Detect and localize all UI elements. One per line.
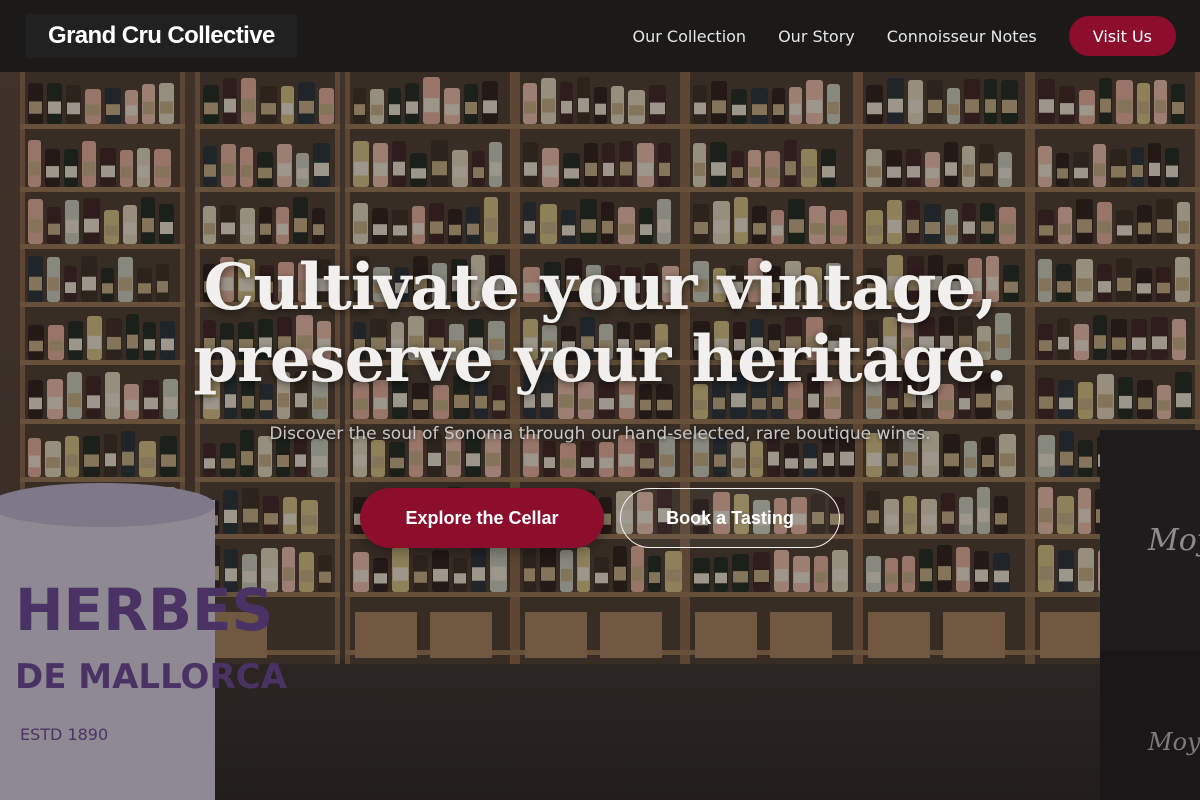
site-header: Grand Cru Collective Our Collection Our … — [0, 0, 1200, 72]
book-tasting-button[interactable]: Book a Tasting — [620, 488, 840, 548]
hero-actions: Explore the Cellar Book a Tasting — [0, 488, 1200, 548]
hero-subtitle: Discover the soul of Sonoma through our … — [269, 424, 931, 444]
hero-title-line-2: preserve your heritage. — [193, 322, 1007, 397]
nav-link-our-collection[interactable]: Our Collection — [633, 27, 747, 46]
hero-title: Cultivate your vintage, preserve your he… — [0, 252, 1200, 396]
hero-title-line-1: Cultivate your vintage, — [203, 250, 997, 325]
main-nav: Our Collection Our Story Connoisseur Not… — [633, 16, 1176, 56]
brand-logo[interactable]: Grand Cru Collective — [26, 14, 297, 58]
nav-link-our-story[interactable]: Our Story — [778, 27, 855, 46]
explore-cellar-button[interactable]: Explore the Cellar — [360, 488, 604, 548]
visit-us-button[interactable]: Visit Us — [1068, 16, 1176, 56]
nav-link-connoisseur-notes[interactable]: Connoisseur Notes — [887, 27, 1037, 46]
hero-section: Cultivate your vintage, preserve your he… — [0, 252, 1200, 445]
